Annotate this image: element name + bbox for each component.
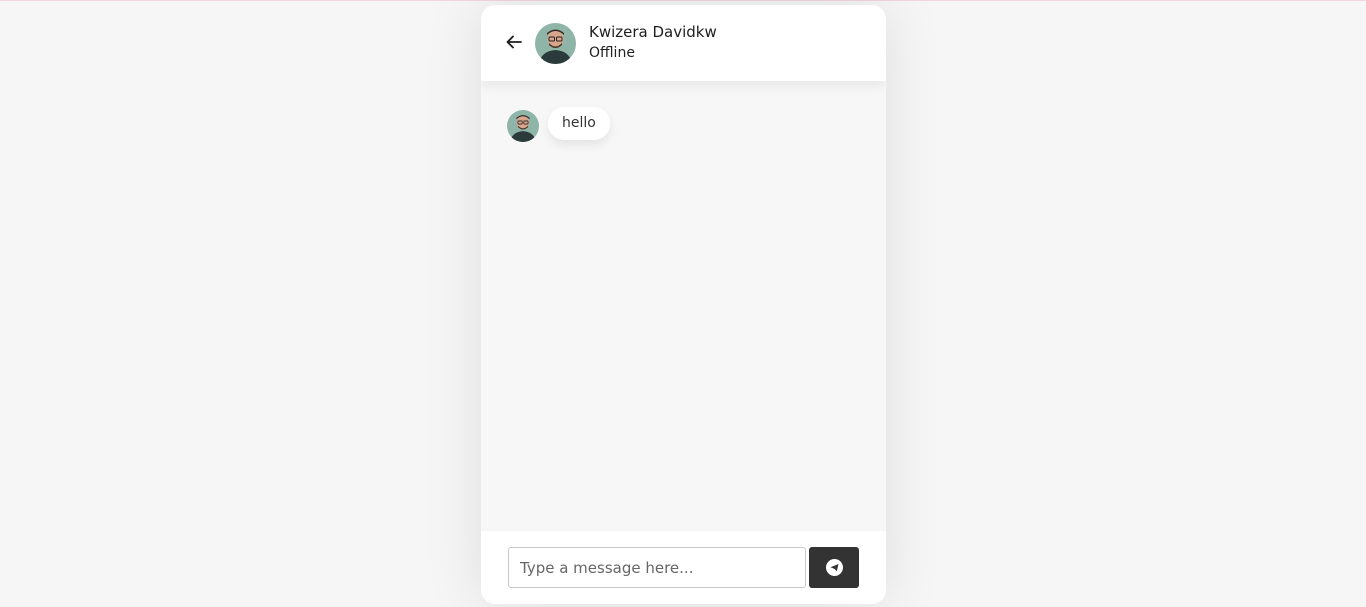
messages-area[interactable]: hello xyxy=(481,81,886,531)
message-row: hello xyxy=(507,104,610,142)
top-border xyxy=(0,0,1366,1)
arrow-left-icon xyxy=(506,35,522,49)
contact-avatar xyxy=(535,23,576,64)
contact-status: Offline xyxy=(589,45,635,61)
message-avatar xyxy=(507,110,539,142)
contact-name: Kwizera Davidkw xyxy=(589,23,717,41)
message-composer xyxy=(481,531,886,604)
send-button[interactable] xyxy=(809,547,859,588)
chat-window: Kwizera Davidkw Offline hello xyxy=(481,5,886,604)
message-bubble: hello xyxy=(548,106,610,140)
telegram-send-icon xyxy=(825,559,843,576)
back-button[interactable] xyxy=(503,31,525,53)
message-input[interactable] xyxy=(508,547,806,588)
chat-header: Kwizera Davidkw Offline xyxy=(481,5,886,81)
